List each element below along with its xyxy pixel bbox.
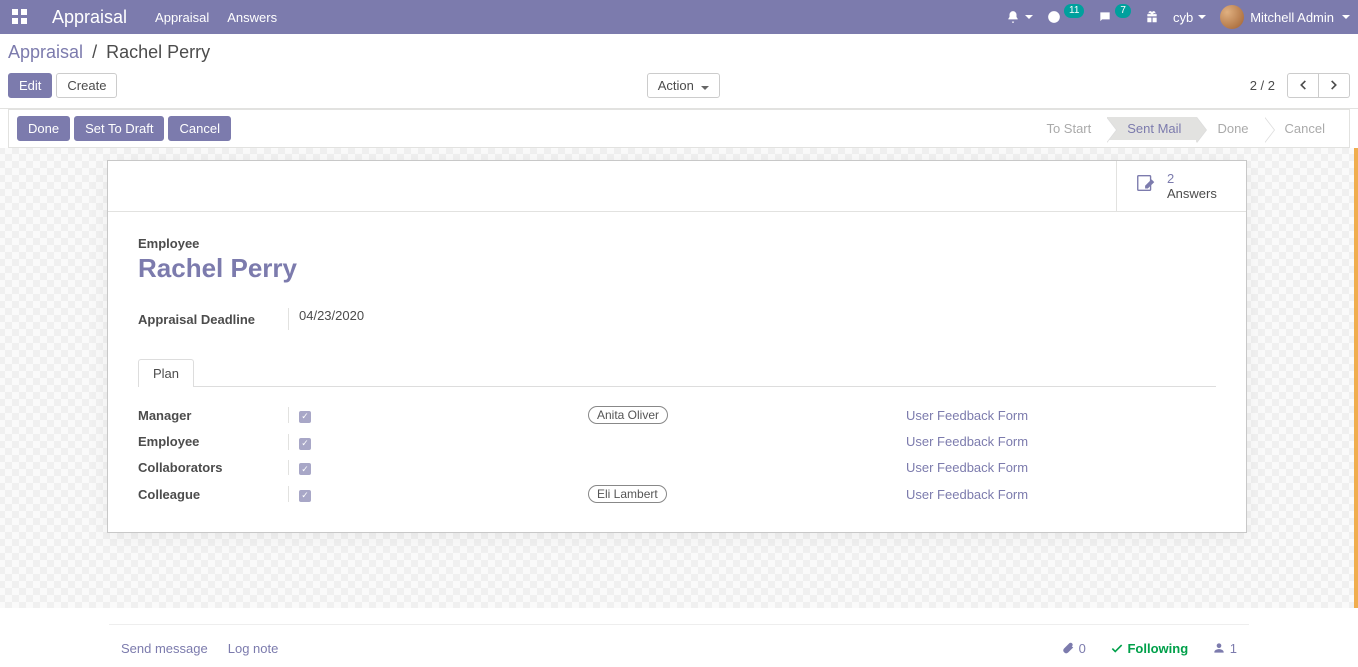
checkbox-icon: ✓ — [299, 490, 311, 502]
status-step-cancel[interactable]: Cancel — [1265, 117, 1341, 140]
done-button[interactable]: Done — [17, 116, 70, 141]
checkbox-icon: ✓ — [299, 411, 311, 423]
plan-row: Manager ✓ Anita Oliver User Feedback Form — [138, 401, 1216, 429]
navbar-left: Appraisal Appraisal Answers — [8, 7, 277, 28]
chatter-bar: Send message Log note 0 Following 1 — [109, 624, 1249, 666]
plan-role-label: Colleague — [138, 487, 288, 502]
tabs: Plan — [138, 358, 1216, 387]
answers-label: Answers — [1167, 186, 1217, 201]
status-step-to-start[interactable]: To Start — [1026, 117, 1107, 140]
pager-prev[interactable] — [1287, 73, 1319, 98]
user-name: Mitchell Admin — [1250, 10, 1334, 25]
plan-role-label: Collaborators — [138, 460, 288, 475]
employee-label: Employee — [138, 236, 1216, 251]
avatar — [1220, 5, 1244, 29]
person-tag[interactable]: Anita Oliver — [588, 406, 668, 424]
notifications-icon[interactable] — [1006, 10, 1033, 24]
pager-text: 2 / 2 — [1250, 78, 1275, 93]
user-feedback-form-link[interactable]: User Feedback Form — [906, 460, 1028, 475]
plan-checkbox-cell: ✓ — [288, 434, 588, 450]
status-step-sent-mail[interactable]: Sent Mail — [1107, 117, 1197, 140]
nav-item-appraisal[interactable]: Appraisal — [155, 10, 209, 25]
user-feedback-form-link[interactable]: User Feedback Form — [906, 434, 1028, 449]
cancel-button[interactable]: Cancel — [168, 116, 230, 141]
nav-menu: Appraisal Answers — [155, 10, 277, 25]
deadline-value: 04/23/2020 — [288, 308, 364, 330]
activities-icon[interactable]: 11 — [1047, 10, 1084, 24]
user-feedback-form-link[interactable]: User Feedback Form — [906, 487, 1028, 502]
breadcrumb-sep: / — [92, 42, 97, 62]
checkbox-icon: ✓ — [299, 463, 311, 475]
log-note-link[interactable]: Log note — [228, 641, 279, 656]
plan-row: Collaborators ✓ User Feedback Form — [138, 455, 1216, 481]
attachments-count[interactable]: 0 — [1061, 641, 1086, 656]
user-feedback-form-link[interactable]: User Feedback Form — [906, 408, 1028, 423]
plan-role-label: Employee — [138, 434, 288, 449]
following-indicator[interactable]: Following — [1110, 641, 1188, 656]
employee-name[interactable]: Rachel Perry — [138, 253, 1216, 284]
status-bar: Done Set To Draft Cancel To StartSent Ma… — [8, 109, 1350, 148]
toolbar-left: Edit Create — [8, 73, 117, 98]
action-label: Action — [658, 78, 694, 93]
plan-link-cell: User Feedback Form — [906, 460, 1216, 475]
plan-role-label: Manager — [138, 408, 288, 423]
apps-icon[interactable] — [12, 9, 28, 25]
checkbox-icon: ✓ — [299, 438, 311, 450]
edit-button[interactable]: Edit — [8, 73, 52, 98]
top-navbar: Appraisal Appraisal Answers 11 7 cyb Mit… — [0, 0, 1358, 34]
brand-title[interactable]: Appraisal — [52, 7, 127, 28]
plan-link-cell: User Feedback Form — [906, 487, 1216, 502]
nav-item-answers[interactable]: Answers — [227, 10, 277, 25]
tab-plan[interactable]: Plan — [138, 359, 194, 387]
answers-stat-button[interactable]: 2 Answers — [1116, 161, 1246, 211]
plan-link-cell: User Feedback Form — [906, 434, 1216, 449]
gift-icon[interactable] — [1145, 10, 1159, 24]
send-message-link[interactable]: Send message — [121, 641, 208, 656]
person-tag[interactable]: Eli Lambert — [588, 485, 667, 503]
plan-tags-cell: Eli Lambert — [588, 485, 906, 503]
user-menu[interactable]: Mitchell Admin — [1220, 5, 1350, 29]
answers-count: 2 — [1167, 171, 1217, 186]
plan-row: Colleague ✓ Eli Lambert User Feedback Form — [138, 480, 1216, 508]
edit-note-icon — [1135, 172, 1157, 200]
plan-checkbox-cell: ✓ — [288, 460, 588, 476]
breadcrumb: Appraisal / Rachel Perry — [8, 42, 1342, 63]
status-steps: To StartSent MailDoneCancel — [1026, 117, 1341, 140]
set-to-draft-button[interactable]: Set To Draft — [74, 116, 164, 141]
company-name: cyb — [1173, 10, 1193, 25]
activities-badge: 11 — [1064, 4, 1084, 18]
breadcrumb-current: Rachel Perry — [106, 42, 210, 62]
toolbar-right: 2 / 2 — [1250, 73, 1350, 98]
company-switcher[interactable]: cyb — [1173, 10, 1206, 25]
plan-tags-cell: Anita Oliver — [588, 406, 906, 424]
create-button[interactable]: Create — [56, 73, 117, 98]
pager-next[interactable] — [1319, 73, 1350, 98]
plan-checkbox-cell: ✓ — [288, 486, 588, 502]
plan-table: Manager✓Anita OliverUser Feedback FormEm… — [138, 401, 1216, 508]
navbar-right: 11 7 cyb Mitchell Admin — [1006, 5, 1350, 29]
plan-checkbox-cell: ✓ — [288, 407, 588, 423]
plan-link-cell: User Feedback Form — [906, 408, 1216, 423]
status-step-done[interactable]: Done — [1197, 117, 1264, 140]
button-box: 2 Answers — [108, 161, 1246, 212]
breadcrumb-root[interactable]: Appraisal — [8, 42, 83, 62]
followers-count[interactable]: 1 — [1212, 641, 1237, 656]
form-view-area: 2 Answers Employee Rachel Perry Appraisa… — [0, 148, 1358, 608]
deadline-label: Appraisal Deadline — [138, 312, 288, 327]
messaging-icon[interactable]: 7 — [1098, 10, 1131, 24]
plan-row: Employee ✓ User Feedback Form — [138, 429, 1216, 455]
action-dropdown[interactable]: Action — [647, 73, 721, 98]
messages-badge: 7 — [1115, 4, 1131, 18]
control-panel: Appraisal / Rachel Perry Edit Create Act… — [0, 34, 1358, 109]
status-buttons: Done Set To Draft Cancel — [17, 116, 231, 141]
form-sheet: 2 Answers Employee Rachel Perry Appraisa… — [107, 160, 1247, 533]
